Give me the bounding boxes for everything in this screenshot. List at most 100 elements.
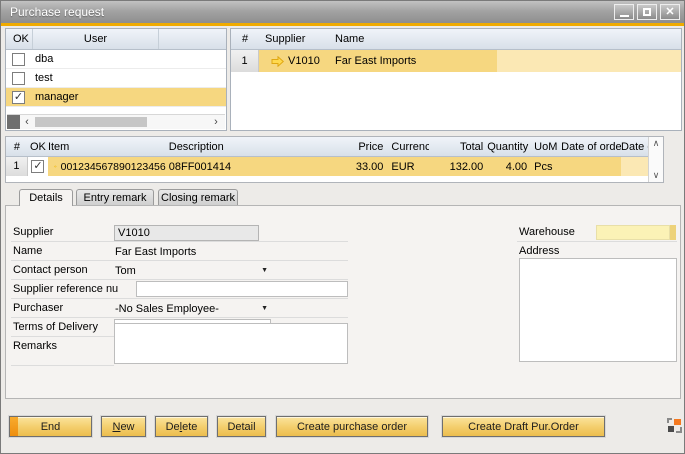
scrollbar-corner-block	[7, 115, 20, 129]
scrollbar-track[interactable]: ‹ ›	[20, 115, 225, 129]
items-col-currency: Currenc	[387, 141, 429, 153]
end-button-label: End	[41, 421, 61, 433]
window-controls: ✕	[614, 4, 680, 20]
purchaser-value: -No Sales Employee-	[115, 302, 219, 316]
supplier-name-cell[interactable]: Far East Imports	[331, 50, 497, 72]
linked-document-icon[interactable]	[667, 418, 682, 433]
detail-button-label: Detail	[227, 421, 255, 433]
warehouse-input[interactable]	[596, 225, 670, 240]
detail-button[interactable]: Detail	[217, 416, 266, 437]
remarks-textarea[interactable]	[114, 323, 348, 364]
link-arrow-icon[interactable]	[54, 161, 57, 172]
item-date-of-order[interactable]	[561, 157, 621, 176]
user-checkbox-dba[interactable]	[12, 53, 25, 66]
suppliers-panel-header: # Supplier Name	[231, 29, 681, 50]
items-col-quantity: Quantity	[487, 141, 531, 153]
item-currency[interactable]: EUR	[387, 157, 429, 176]
user-name: manager	[35, 91, 78, 103]
item-quantity[interactable]: 4.00	[487, 157, 531, 176]
name-field: Far East Imports	[114, 245, 346, 261]
user-checkbox-test[interactable]	[12, 72, 25, 85]
create-purchase-order-button[interactable]: Create purchase order	[276, 416, 428, 437]
item-date-other[interactable]	[621, 157, 648, 176]
chevron-down-icon[interactable]: ▼	[261, 264, 268, 278]
items-col-num: #	[6, 141, 28, 153]
item-checkbox[interactable]: ✓	[31, 160, 44, 173]
user-row-manager[interactable]: ✓ manager	[6, 88, 226, 107]
scroll-right-icon[interactable]: ›	[209, 116, 223, 128]
user-name: dba	[35, 53, 53, 65]
users-col-ok: OK	[6, 33, 32, 45]
contact-person-label: Contact person	[13, 261, 88, 280]
name-label: Name	[13, 242, 42, 261]
suppliers-col-name: Name	[331, 33, 497, 45]
remarks-row-separator	[11, 337, 114, 366]
purchaser-label: Purchaser	[13, 299, 63, 318]
link-arrow-icon[interactable]	[271, 56, 284, 67]
new-button[interactable]: New	[101, 416, 146, 437]
item-description[interactable]: 08FF001414	[166, 157, 310, 176]
tab-details[interactable]: Details	[19, 189, 73, 206]
minimize-button[interactable]	[614, 4, 634, 20]
supplier-code-cell[interactable]: V1010	[259, 50, 331, 72]
supplier-row[interactable]: 1 V1010 Far East Imports	[231, 50, 681, 72]
items-col-item: Item	[48, 141, 166, 153]
warehouse-choose-from-list-handle[interactable]	[670, 225, 676, 240]
maximize-icon	[643, 8, 651, 16]
tab-closing-remark[interactable]: Closing remark	[158, 189, 238, 205]
supplier-row-filler	[497, 50, 681, 72]
address-textarea[interactable]	[519, 258, 677, 362]
items-table: # OK Item Description Price Currenc Tota…	[5, 136, 664, 183]
item-uom[interactable]: Pcs	[531, 157, 561, 176]
contact-person-dropdown[interactable]: Tom ▼	[114, 263, 271, 279]
items-col-date-of-order: Date of order	[561, 141, 621, 153]
new-button-label: New	[112, 421, 134, 433]
scrollbar-thumb[interactable]	[35, 117, 147, 127]
delete-button[interactable]: Delete	[155, 416, 208, 437]
item-row-number: 1	[6, 157, 28, 176]
user-checkbox-manager[interactable]: ✓	[12, 91, 25, 104]
items-col-date-other: Date o	[621, 141, 648, 153]
item-total[interactable]: 132.00	[429, 157, 487, 176]
items-col-price: Price	[310, 141, 388, 153]
item-code-cell[interactable]: 001234567890123456	[48, 157, 166, 176]
user-name: test	[35, 72, 53, 84]
create-draft-pur-order-button[interactable]: Create Draft Pur.Order	[442, 416, 605, 437]
items-vertical-scrollbar[interactable]: ∧ ∨	[648, 137, 663, 182]
items-col-uom: UoM	[531, 141, 561, 153]
chevron-down-icon[interactable]: ▼	[261, 302, 268, 316]
supplier-reference-label: Supplier reference nu	[13, 280, 118, 299]
window-titlebar[interactable]: Purchase request	[1, 1, 684, 23]
items-col-ok: OK	[28, 141, 48, 153]
close-button[interactable]: ✕	[660, 4, 680, 20]
item-ok-cell[interactable]: ✓	[28, 157, 48, 176]
tab-entry-remark[interactable]: Entry remark	[76, 189, 154, 205]
users-col-user: User	[32, 29, 159, 49]
maximize-button[interactable]	[637, 4, 657, 20]
delete-button-label: Delete	[166, 421, 198, 433]
create-draft-pur-order-label: Create Draft Pur.Order	[468, 421, 579, 433]
items-table-header: # OK Item Description Price Currenc Tota…	[6, 137, 663, 157]
supplier-code: V1010	[288, 55, 320, 67]
supplier-label: Supplier	[13, 223, 53, 242]
scroll-down-icon[interactable]: ∨	[653, 171, 660, 180]
default-button-stripe	[10, 417, 18, 436]
purchaser-dropdown[interactable]: -No Sales Employee- ▼	[114, 301, 271, 317]
user-row-test[interactable]: test	[6, 69, 226, 88]
tab-entry-remark-label: Entry remark	[84, 192, 147, 204]
user-row-dba[interactable]: dba	[6, 50, 226, 69]
end-button[interactable]: End	[9, 416, 92, 437]
supplier-reference-input[interactable]	[136, 281, 348, 297]
items-col-description: Description	[166, 141, 310, 153]
purchase-request-window: Purchase request ✕ OK User dba test ✓ ma…	[0, 0, 685, 454]
users-panel: OK User dba test ✓ manager ‹ ›	[5, 28, 227, 131]
users-panel-header: OK User	[6, 29, 226, 50]
supplier-field: V1010	[114, 225, 259, 241]
scroll-left-icon[interactable]: ‹	[20, 116, 34, 128]
item-price[interactable]: 33.00	[310, 157, 388, 176]
item-row[interactable]: 1 ✓ 001234567890123456 08FF001414 33.00 …	[6, 157, 663, 176]
scroll-up-icon[interactable]: ∧	[653, 139, 660, 148]
terms-of-delivery-label: Terms of Delivery	[13, 318, 98, 337]
users-horizontal-scrollbar[interactable]: ‹ ›	[7, 114, 225, 129]
titlebar-accent-line	[1, 23, 684, 26]
